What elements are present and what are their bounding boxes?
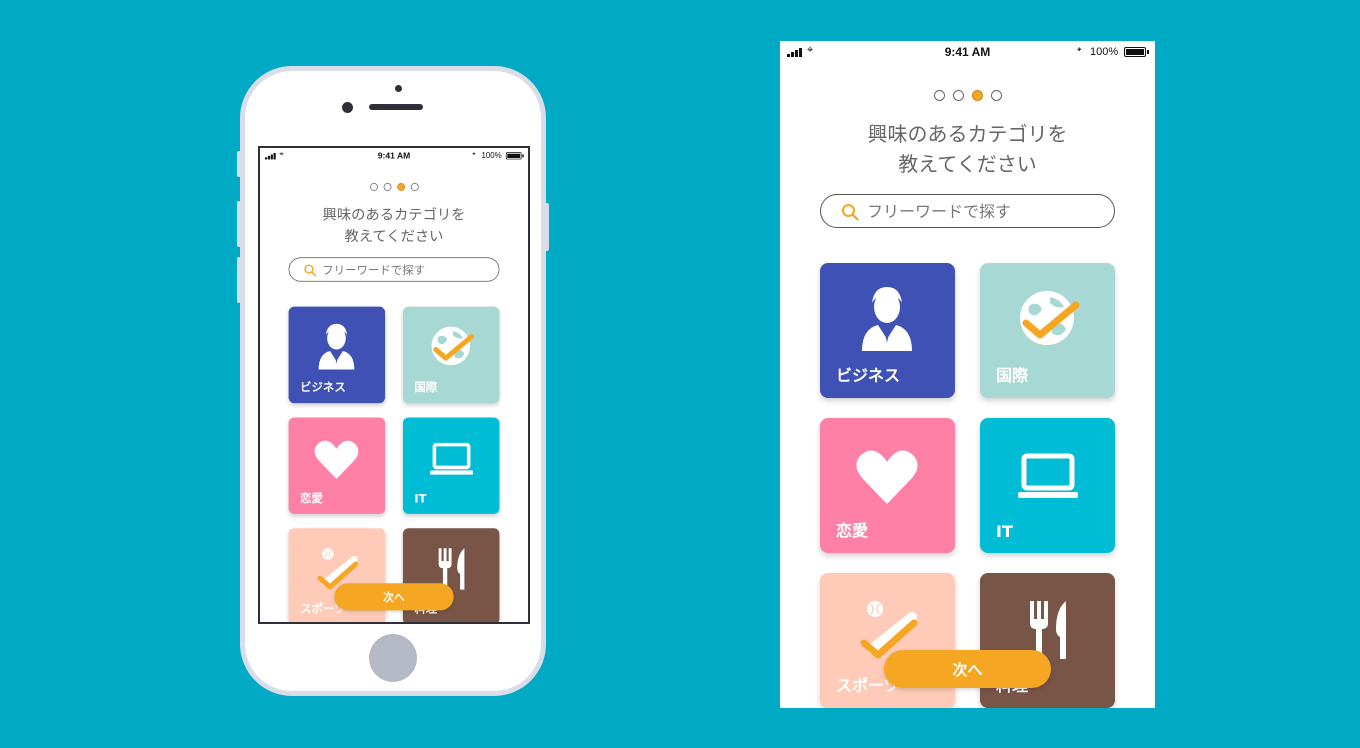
step-dot-4 — [990, 90, 1002, 101]
category-label: ビジネス — [836, 366, 901, 385]
globe-check-icon — [431, 326, 475, 366]
category-tile-international[interactable]: 国際 — [980, 263, 1115, 398]
status-bar: ⌖ 9:41 AM ᛭ 100% — [260, 148, 528, 164]
title-line-2: 教えてください — [898, 152, 1037, 176]
step-dot-4 — [410, 183, 419, 191]
laptop-icon — [1018, 453, 1078, 498]
category-tile-it[interactable]: IT — [980, 418, 1115, 553]
search-box[interactable] — [820, 194, 1115, 228]
battery-icon — [1124, 47, 1149, 57]
title-line-1: 興味のあるカテゴリを — [867, 122, 1068, 146]
category-label: IT — [996, 522, 1013, 541]
step-indicator — [260, 183, 528, 191]
battery-icon — [505, 152, 524, 160]
businessman-icon — [862, 287, 912, 351]
category-tile-it[interactable]: IT — [402, 417, 500, 514]
category-tile-romance[interactable]: 恋愛 — [288, 417, 386, 514]
status-bar: ⌖ 9:41 AM ᛭ 100% — [780, 41, 1155, 63]
laptop-icon — [430, 442, 473, 475]
category-label: 国際 — [996, 366, 1029, 385]
category-label: 恋愛 — [300, 491, 323, 505]
globe-check-icon — [1020, 291, 1080, 345]
category-label: IT — [414, 491, 427, 506]
battery-percent: 100% — [1090, 46, 1119, 58]
onboarding-screen: ⌖ 9:41 AM ᛭ 100% 興味のあるカテゴリを 教えてください フリーワ… — [780, 41, 1155, 708]
step-dot-3-active — [396, 183, 405, 191]
step-dot-1 — [933, 90, 945, 101]
bluetooth-icon: ᛭ — [471, 150, 477, 159]
sensor-lens — [342, 102, 353, 113]
power-button — [545, 203, 549, 251]
category-tile-romance[interactable]: 恋愛 — [820, 418, 955, 553]
battery-percent: 100% — [481, 151, 502, 161]
category-label: ビジネス — [300, 380, 346, 394]
phone-screen: ⌖ 9:41 AM ᛭ 100% 興味のあるカテゴリを 教えてください フリーワ… — [258, 146, 530, 624]
title-line-2: 教えてください — [344, 227, 444, 245]
phone-mockup: ⌖ 9:41 AM ᛭ 100% 興味のあるカテゴリを 教えてください フリーワ… — [237, 66, 549, 696]
volume-up-button — [237, 201, 241, 247]
home-button — [369, 634, 417, 682]
businessman-icon — [318, 323, 355, 370]
search-input[interactable] — [867, 199, 1097, 223]
bluetooth-icon: ᛭ — [1076, 44, 1083, 56]
search-box[interactable] — [288, 257, 500, 282]
app-screen-large: ⌖ 9:41 AM ᛭ 100% 興味のあるカテゴリを 教えてください フリーワ… — [780, 41, 1155, 708]
search-icon — [842, 204, 859, 221]
category-tile-business[interactable]: ビジネス — [288, 306, 386, 404]
next-button[interactable]: 次へ — [334, 583, 454, 611]
step-dot-2 — [383, 183, 392, 191]
page-title: 興味のあるカテゴリを 教えてください — [260, 204, 528, 247]
category-label: 国際 — [414, 380, 438, 394]
heart-icon — [856, 450, 918, 504]
front-camera — [395, 85, 402, 92]
earpiece-speaker — [369, 104, 423, 110]
search-icon — [304, 264, 317, 277]
category-tile-international[interactable]: 国際 — [402, 306, 500, 404]
onboarding-screen-small: ⌖ 9:41 AM ᛭ 100% 興味のあるカテゴリを 教えてください フリーワ… — [260, 148, 528, 622]
search-input[interactable] — [322, 260, 487, 279]
next-button[interactable]: 次へ — [884, 650, 1051, 688]
title-line-1: 興味のあるカテゴリを — [322, 205, 466, 224]
heart-icon — [314, 440, 359, 479]
step-dot-3-active — [971, 90, 983, 101]
step-dot-2 — [952, 90, 964, 101]
step-indicator — [780, 90, 1155, 101]
volume-down-button — [237, 257, 241, 303]
step-dot-1 — [369, 183, 378, 191]
category-label: 恋愛 — [836, 521, 869, 540]
mute-switch — [237, 151, 241, 177]
category-tile-business[interactable]: ビジネス — [820, 263, 955, 398]
page-title: 興味のあるカテゴリを 教えてください — [780, 119, 1155, 179]
